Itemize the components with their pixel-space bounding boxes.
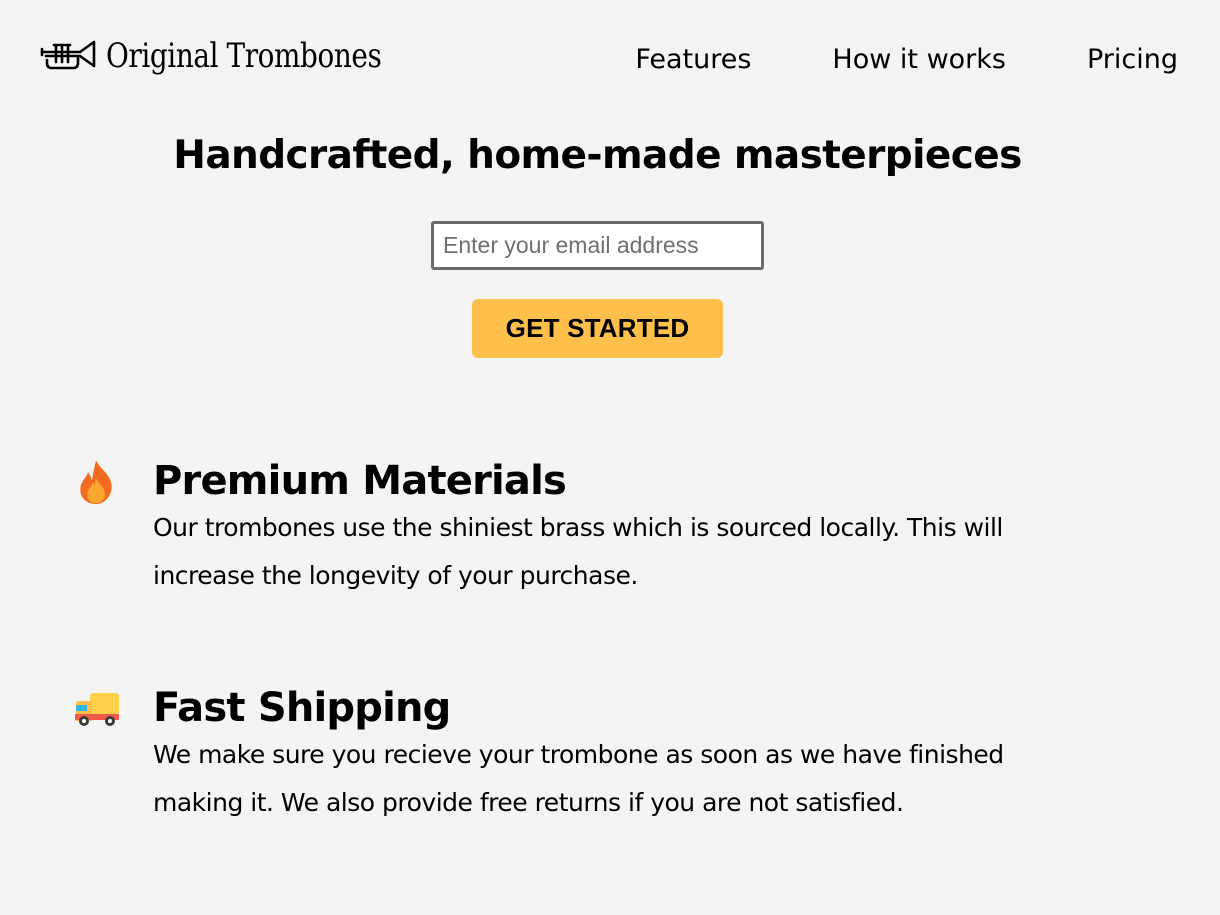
logo-text: Original Trombones [106, 36, 382, 76]
nav-link-pricing[interactable]: Pricing [1087, 42, 1178, 78]
logo[interactable]: Original Trombones [40, 36, 442, 76]
feature-description: We make sure you recieve your trombone a… [153, 740, 1004, 817]
nav-link-features[interactable]: Features [635, 42, 751, 78]
feature-title: Premium Materials [153, 458, 567, 504]
fire-icon [80, 460, 112, 504]
truck-icon [75, 693, 119, 726]
nav-link-how-it-works[interactable]: How it works [832, 42, 1006, 78]
trumpet-icon [40, 40, 96, 70]
feature-description: Our trombones use the shiniest brass whi… [153, 513, 1003, 590]
feature-title: Fast Shipping [153, 685, 451, 731]
get-started-button[interactable]: GET STARTED [472, 299, 723, 358]
site-header: Original Trombones Features How it works… [0, 0, 1220, 110]
main-nav: Features How it works Pricing [635, 42, 1178, 78]
email-input[interactable] [431, 221, 764, 270]
hero-title: Handcrafted, home-made masterpieces [173, 133, 1022, 178]
